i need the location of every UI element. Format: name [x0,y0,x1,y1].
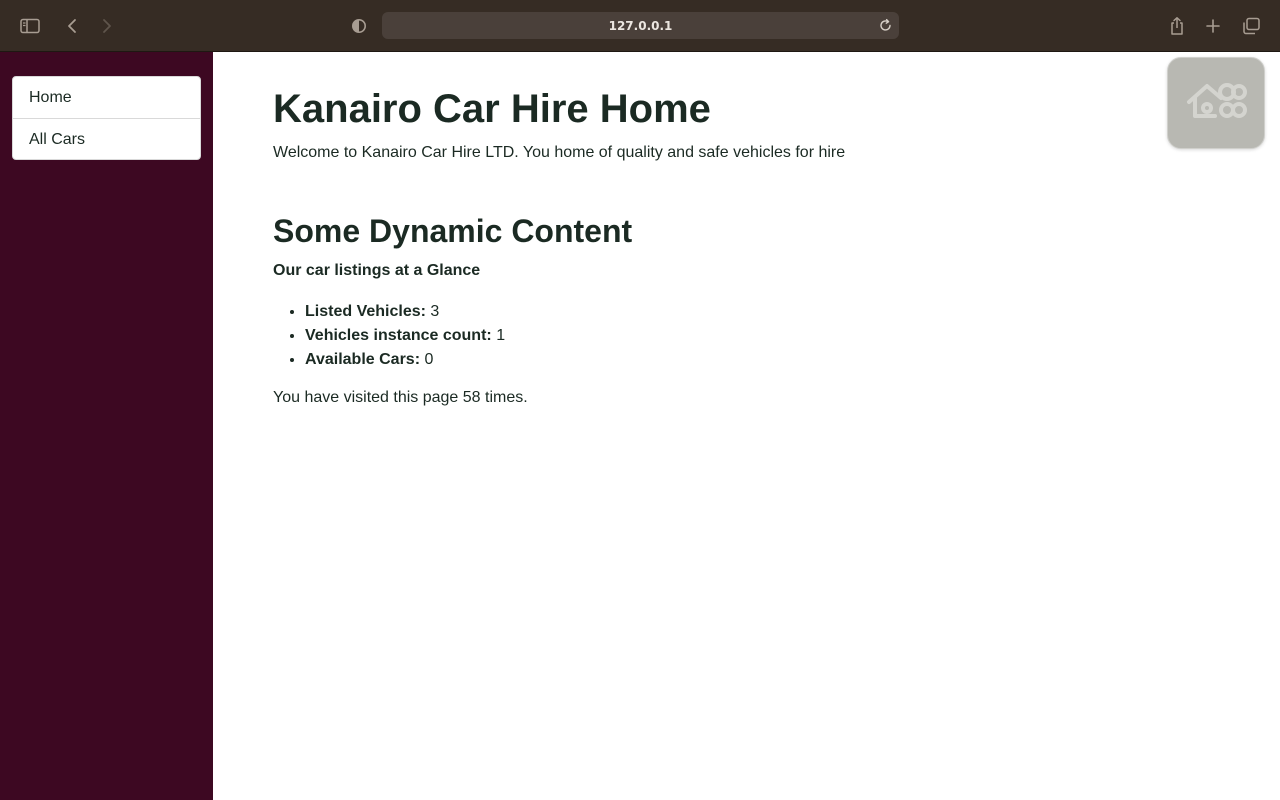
plus-icon[interactable] [1200,13,1226,39]
sidebar-icon[interactable] [17,13,43,39]
chevron-right-icon[interactable] [94,13,120,39]
tabs-overview-icon[interactable] [1238,13,1264,39]
list-item: Vehicles instance count: 1 [305,324,505,348]
floating-widget-button[interactable] [1167,57,1265,149]
stat-label: Listed Vehicles: [305,303,426,320]
url-text: 127.0.0.1 [608,18,673,33]
list-item: Available Cars: 0 [305,348,505,372]
stat-label: Available Cars: [305,351,421,368]
welcome-text: Welcome to Kanairo Car Hire LTD. You hom… [273,144,846,161]
stat-label: Vehicles instance count: [305,327,492,344]
stat-value: 3 [430,303,440,320]
sidebar-item-home[interactable]: Home [13,77,200,118]
stats-list: Listed Vehicles: 3 Vehicles instance cou… [305,300,505,372]
shield-icon[interactable] [346,13,372,39]
house-share-icon [1185,78,1247,129]
address-bar[interactable]: 127.0.0.1 [382,12,899,39]
glance-heading: Our car listings at a Glance [273,262,481,279]
sidebar-item-all-cars[interactable]: All Cars [13,118,200,159]
list-item: Listed Vehicles: 3 [305,300,505,324]
share-icon[interactable] [1164,13,1190,39]
stat-value: 1 [496,327,506,344]
sidebar-nav: Home All Cars [12,76,201,160]
stat-value: 0 [424,351,434,368]
reload-icon[interactable] [878,18,893,33]
browser-toolbar: 127.0.0.1 [0,0,1280,52]
sidebar: Home All Cars [0,52,213,800]
page-title: Kanairo Car Hire Home [273,87,711,131]
chevron-left-icon[interactable] [59,13,85,39]
section-title: Some Dynamic Content [273,213,633,249]
visit-counter: You have visited this page 58 times. [273,389,528,406]
